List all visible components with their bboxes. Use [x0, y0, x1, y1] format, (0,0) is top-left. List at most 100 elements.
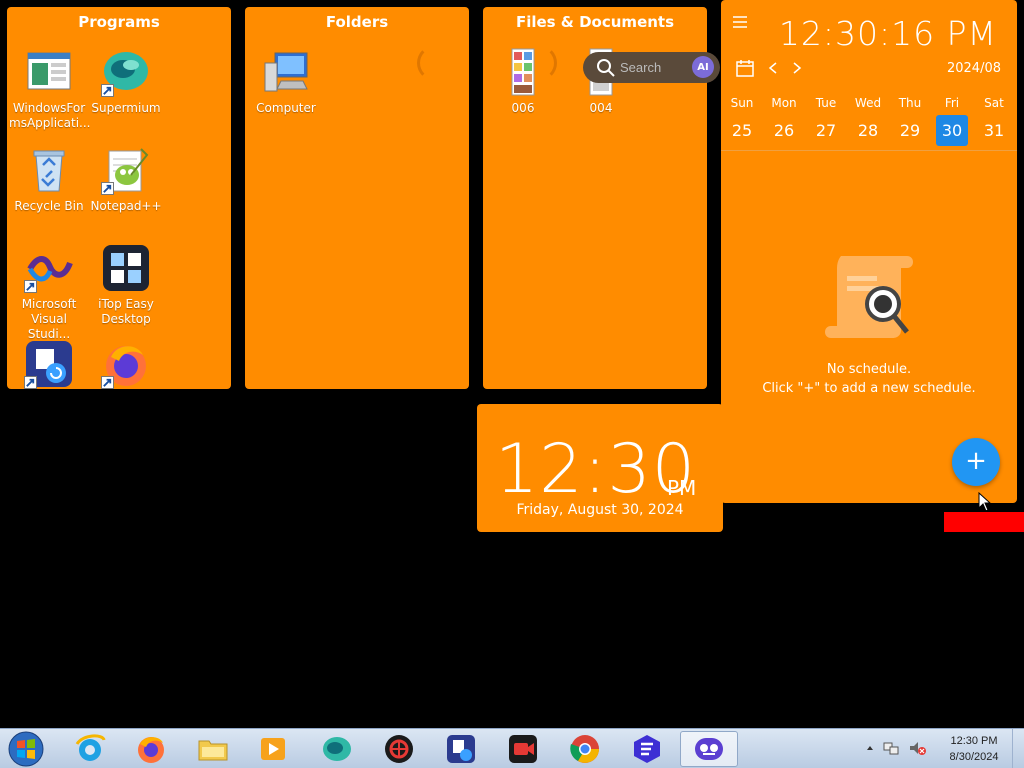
chrome-icon	[570, 735, 599, 763]
internet-explorer-icon	[75, 734, 106, 761]
desktop-icon-label: Microsoft Visual Studi...	[21, 297, 77, 341]
desktop-icon-recycle-bin[interactable]: Recycle Bin	[9, 145, 89, 214]
shortcut-arrow-icon	[101, 84, 114, 97]
screen-recorder-icon	[509, 735, 537, 763]
weekday-label: Mon	[771, 96, 797, 110]
clock-widget-ampm: PM	[667, 476, 697, 500]
weekday-label: Thu	[898, 96, 922, 110]
tray-expand-icon[interactable]	[866, 744, 874, 752]
taskbar: 12:30 PM 8/30/2024	[0, 728, 1024, 768]
empty-schedule-illustration	[825, 256, 913, 338]
calendar-date-cell[interactable]: 31	[973, 115, 1015, 146]
weekday-label: Tue	[815, 96, 837, 110]
taskbar-clock-date: 8/30/2024	[949, 751, 999, 763]
itop-easy-desktop-icon	[695, 738, 723, 760]
loading-spinner	[417, 45, 557, 81]
clock-widget-date: Friday, August 30, 2024	[516, 502, 684, 518]
search-bar[interactable]: Search AI	[583, 52, 720, 83]
volume-muted-icon[interactable]	[908, 739, 926, 757]
supermium-icon	[323, 737, 351, 761]
shortcut-arrow-icon	[24, 376, 37, 389]
calendar-date-cell[interactable]: 25	[721, 115, 763, 146]
taskbar-app-backup-restore[interactable]	[444, 732, 478, 766]
desktop-icon-label: WindowsFor msApplicati...	[9, 101, 91, 130]
system-tray	[866, 739, 926, 757]
desktop-icon-visual-studio[interactable]: Microsoft Visual Studi...	[9, 243, 89, 342]
search-icon	[597, 58, 615, 77]
taskbar-app-media-player[interactable]	[256, 732, 290, 766]
clock-widget: 12:30 PM Friday, August 30, 2024	[477, 404, 723, 532]
calendar-date-cell[interactable]: 26	[763, 115, 805, 146]
desktop-icon-label: iTop Easy Desktop	[98, 297, 154, 326]
calendar-date-cell[interactable]: 29	[889, 115, 931, 146]
taskbar-clock-time: 12:30 PM	[950, 735, 998, 747]
taskbar-app-internet-explorer[interactable]	[73, 732, 107, 766]
calendar-panel: 12:30:16 PM 2024/08 Sun Mon Tue Wed Thu …	[721, 0, 1017, 503]
itop-easy-desktop-icon	[103, 245, 149, 291]
empty-schedule-hint: Click "+" to add a new schedule.	[762, 381, 976, 396]
desktop-icon-label: Computer	[256, 101, 316, 115]
taskbar-app-screen-recorder[interactable]	[506, 732, 540, 766]
vpn-icon	[634, 735, 660, 763]
folders-panel-title: Folders	[325, 13, 389, 31]
firefox-icon	[138, 737, 164, 763]
weekday-label: Wed	[854, 96, 882, 110]
desktop-icon-windows-forms-app[interactable]: WindowsFor msApplicati...	[9, 47, 91, 131]
calendar-date-cell[interactable]: 27	[805, 115, 847, 146]
weekday-label: Fri	[944, 96, 960, 110]
desktop-icon-label: Notepad++	[90, 199, 162, 213]
chevron-right-icon[interactable]	[791, 61, 803, 75]
add-schedule-button[interactable]: +	[952, 438, 1000, 486]
show-desktop-button[interactable]	[1012, 729, 1024, 768]
search-placeholder: Search	[620, 60, 662, 75]
desktop-icon-label: Recycle Bin	[14, 199, 84, 213]
shortcut-arrow-icon	[101, 376, 114, 389]
taskbar-app-supermium[interactable]	[320, 732, 354, 766]
chevron-left-icon[interactable]	[767, 61, 779, 75]
calendar-week-row: 25 26 27 28 29 30 31	[721, 115, 1017, 146]
desktop-icon-backup-restore[interactable]	[9, 339, 89, 393]
desktop-icon-firefox[interactable]	[86, 339, 166, 393]
network-icon[interactable]	[882, 739, 900, 757]
weekday-label: Sat	[984, 96, 1004, 110]
taskbar-app-firefox[interactable]	[134, 732, 168, 766]
ai-assistant-button[interactable]: AI	[692, 56, 714, 78]
calendar-divider	[721, 150, 1017, 151]
recycle-bin-icon	[33, 150, 65, 192]
calendar-current-time: 12:30:16 PM	[778, 14, 997, 53]
empty-schedule-title: No schedule.	[826, 362, 912, 377]
windows-forms-app-icon	[27, 52, 71, 90]
file-item-label: 004	[589, 101, 613, 115]
taskbar-clock[interactable]: 12:30 PM 8/30/2024	[940, 733, 1008, 765]
file-item-label: 006	[511, 101, 535, 115]
desktop-icon-notepad-plus-plus[interactable]: Notepad++	[86, 145, 166, 214]
start-button[interactable]	[6, 730, 46, 768]
taskbar-app-vpn[interactable]	[630, 732, 664, 766]
hamburger-menu-icon[interactable]	[733, 16, 749, 28]
game-booster-icon	[385, 735, 413, 763]
taskbar-app-chrome[interactable]	[568, 732, 602, 766]
mouse-cursor-icon	[978, 492, 992, 512]
taskbar-app-game-booster[interactable]	[382, 732, 416, 766]
desktop-icon-itop-easy-desktop[interactable]: iTop Easy Desktop	[86, 243, 166, 327]
calendar-icon[interactable]	[735, 58, 755, 78]
media-player-icon	[261, 738, 285, 760]
file-explorer-icon	[198, 740, 228, 761]
files-documents-panel-title: Files & Documents	[515, 13, 675, 31]
taskbar-app-itop-easy-desktop[interactable]	[692, 732, 726, 766]
calendar-date-cell-selected[interactable]: 30	[936, 115, 968, 146]
clock-widget-time: 12:30	[495, 430, 696, 509]
taskbar-app-file-explorer[interactable]	[196, 732, 230, 766]
calendar-date-cell[interactable]: 28	[847, 115, 889, 146]
computer-icon	[264, 52, 308, 92]
desktop-icon-label: Supermium	[91, 101, 161, 115]
shortcut-arrow-icon	[24, 280, 37, 293]
calendar-month-label: 2024/08	[946, 61, 1001, 76]
calendar-weekday-row: Sun Mon Tue Wed Thu Fri Sat	[721, 96, 1017, 110]
backup-restore-icon	[447, 735, 475, 763]
desktop-icon-supermium[interactable]: Supermium	[86, 47, 166, 116]
programs-panel-title: Programs	[78, 13, 160, 31]
programs-panel: Programs WindowsFor msApplicati... Super…	[7, 7, 231, 389]
red-indicator-bar	[944, 512, 1024, 532]
desktop-icon-computer[interactable]: Computer	[246, 47, 326, 116]
